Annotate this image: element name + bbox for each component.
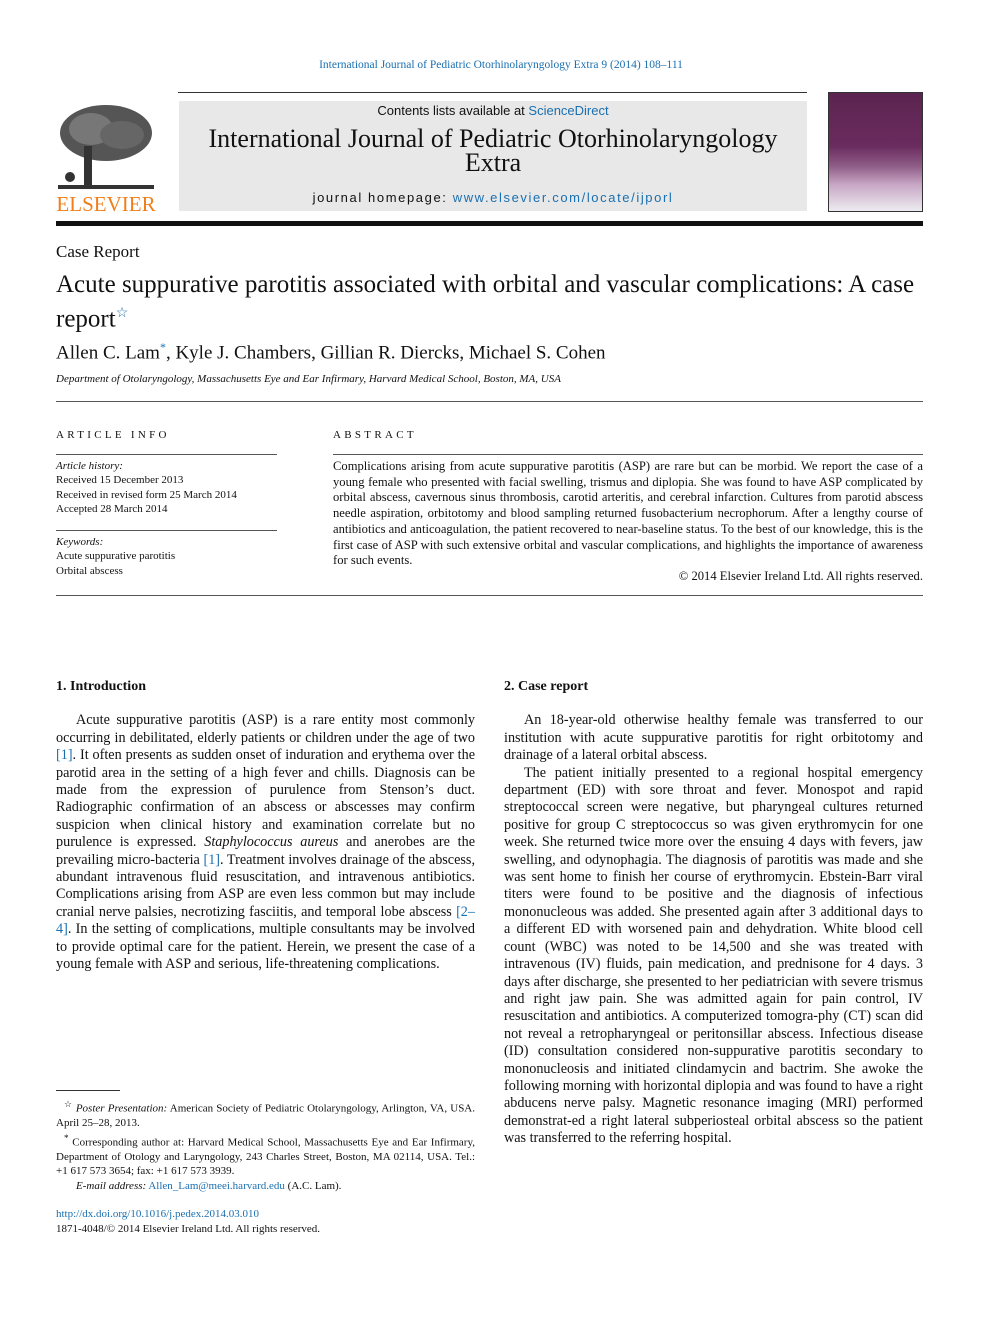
section-heading: 2. Case report: [504, 679, 589, 694]
text-run: Acute suppurative parotitis (ASP) is a r…: [56, 712, 475, 746]
history-label: Article history:: [56, 460, 123, 472]
author-name: Allen C. Lam: [56, 342, 160, 364]
divider: [56, 401, 923, 402]
sciencedirect-link[interactable]: ScienceDirect: [528, 103, 608, 118]
abstract: ABSTRACT Complications arising from acut…: [333, 429, 923, 585]
abstract-copyright: © 2014 Elsevier Ireland Ltd. All rights …: [678, 568, 923, 583]
article-type: Case Report: [56, 242, 140, 261]
article-info: ARTICLE INFO Article history: Received 1…: [56, 429, 277, 578]
email-link[interactable]: Allen_Lam@meei.harvard.edu: [148, 1180, 285, 1192]
title-footnote-mark[interactable]: ☆: [116, 306, 129, 321]
abstract-heading: ABSTRACT: [333, 429, 417, 441]
contents-prefix: Contents lists available at: [377, 103, 529, 118]
title-text: Acute suppurative parotitis associated w…: [56, 271, 915, 333]
text-run: An 18-year-old otherwise healthy female …: [504, 712, 923, 764]
email-suffix: (A.C. Lam).: [284, 1179, 342, 1192]
homepage-prefix: journal homepage:: [312, 190, 453, 205]
history-item: Accepted 28 March 2014: [56, 502, 168, 515]
elsevier-logo: ELSEVIER: [56, 101, 156, 216]
journal-citation[interactable]: International Journal of Pediatric Otorh…: [0, 59, 992, 71]
section-introduction: 1. Introduction Acute suppurative parotit…: [56, 678, 475, 974]
text-run: Staphylococcus aureus: [204, 834, 339, 851]
homepage-line: journal homepage: www.elsevier.com/locat…: [179, 190, 807, 205]
divider: [56, 595, 923, 596]
journal-cover-image: [828, 92, 923, 212]
contents-line: Contents lists available at ScienceDirec…: [179, 103, 807, 118]
keywords: Keywords: Acute suppurative parotitis Or…: [56, 535, 277, 578]
footnote-label: Poster Presentation:: [75, 1102, 168, 1115]
elsevier-tree-icon: ELSEVIER: [56, 105, 156, 216]
keyword: Orbital abscess: [56, 564, 123, 577]
issn-copyright: 1871-4048/© 2014 Elsevier Ireland Ltd. A…: [56, 1222, 321, 1235]
reference-link[interactable]: [1]: [203, 852, 220, 868]
abstract-text: Complications arising from acute suppura…: [333, 459, 923, 568]
article-info-heading: ARTICLE INFO: [56, 429, 170, 441]
paragraph: The patient initially presented to a reg…: [504, 765, 923, 1148]
keywords-label: Keywords:: [56, 536, 104, 549]
divider: [56, 454, 277, 455]
journal-banner: Contents lists available at ScienceDirec…: [179, 101, 807, 211]
author-list: Allen C. Lam*, Kyle J. Chambers, Gillian…: [56, 340, 606, 364]
email-label: E-mail address:: [76, 1179, 147, 1192]
divider: [178, 92, 807, 93]
author-names: , Kyle J. Chambers, Gillian R. Diercks, …: [165, 342, 606, 364]
reference-link[interactable]: [1]: [56, 747, 73, 763]
footnotes: ☆ Poster Presentation: American Society …: [56, 1097, 475, 1236]
paragraph: An 18-year-old otherwise healthy female …: [504, 712, 923, 764]
footnote-rule: [56, 1090, 120, 1091]
doi-link[interactable]: http://dx.doi.org/10.1016/j.pedex.2014.0…: [56, 1208, 259, 1220]
star-mark: ☆: [64, 1099, 73, 1109]
doi-block: http://dx.doi.org/10.1016/j.pedex.2014.0…: [56, 1207, 475, 1236]
header-rule: [56, 221, 923, 226]
text-run: . In the setting of complications, multi…: [56, 921, 475, 973]
footnote-text: Corresponding author at: Harvard Medical…: [56, 1136, 475, 1178]
article-history: Article history: Received 15 December 20…: [56, 459, 277, 516]
journal-title: International Journal of Pediatric Otorh…: [208, 124, 778, 177]
divider: [333, 454, 923, 455]
text-run: The patient initially presented to a reg…: [504, 764, 923, 1147]
elsevier-wordmark: ELSEVIER: [56, 192, 155, 213]
article-title: Acute suppurative parotitis associated w…: [56, 270, 936, 333]
section-heading: 1. Introduction: [56, 679, 146, 694]
footnote-email: E-mail address: Allen_Lam@meei.harvard.e…: [56, 1179, 475, 1194]
history-item: Received in revised form 25 March 2014: [56, 488, 237, 501]
divider: [56, 530, 277, 532]
section-case-report: 2. Case report An 18-year-old otherwise h…: [504, 678, 923, 1148]
homepage-link[interactable]: www.elsevier.com/locate/ijporl: [453, 190, 674, 205]
paragraph: Acute suppurative parotitis (ASP) is a r…: [56, 712, 475, 973]
affiliation: Department of Otolaryngology, Massachuse…: [56, 373, 561, 385]
keyword: Acute suppurative parotitis: [56, 550, 176, 563]
footnote-corresponding: * Corresponding author at: Harvard Medic…: [56, 1131, 475, 1179]
history-item: Received 15 December 2013: [56, 474, 184, 487]
footnote-presentation: ☆ Poster Presentation: American Society …: [56, 1097, 475, 1131]
